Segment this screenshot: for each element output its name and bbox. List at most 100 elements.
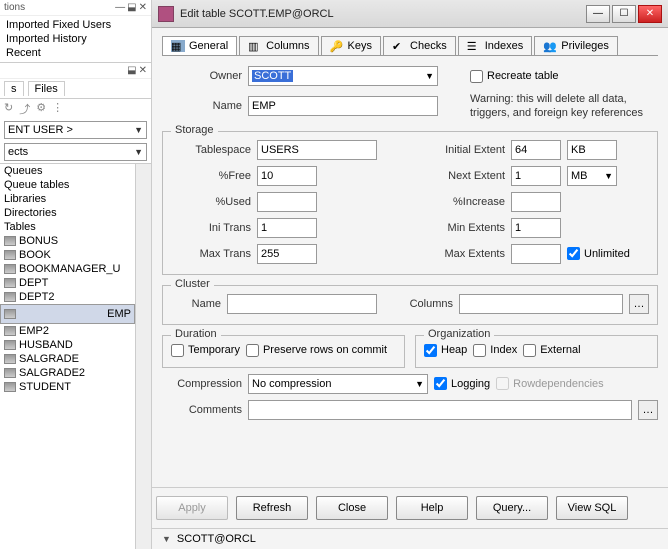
min-extents-label: Min Extents	[415, 222, 505, 234]
pin-icon[interactable]: ⬓	[127, 2, 136, 13]
tool-icon[interactable]: ⚙	[36, 101, 46, 117]
tree-table-item[interactable]: BONUS	[0, 234, 135, 248]
objects-combo-text: ects	[8, 146, 28, 158]
owner-select[interactable]: SCOTT▼	[248, 66, 438, 86]
storage-legend: Storage	[171, 124, 218, 136]
name-input[interactable]	[248, 96, 438, 116]
recreate-checkbox[interactable]: Recreate table	[470, 70, 559, 83]
tree-table-item[interactable]: SALGRADE	[0, 352, 135, 366]
max-extents-input[interactable]	[511, 244, 561, 264]
tree-category[interactable]: Directories	[0, 206, 135, 220]
external-checkbox[interactable]: External	[523, 344, 580, 357]
title-bar: Edit table SCOTT.EMP@ORCL — ☐ ✕	[152, 0, 668, 28]
close-panel-icon[interactable]: ✕	[139, 65, 147, 76]
tree-table-item[interactable]: DEPT2	[0, 290, 135, 304]
next-extent-field	[511, 166, 561, 186]
tree-table-item[interactable]: BOOK	[0, 248, 135, 262]
heap-checkbox[interactable]: Heap	[424, 344, 467, 357]
tab-indexes[interactable]: ☰Indexes	[458, 36, 533, 55]
table-icon	[4, 382, 16, 392]
close-button[interactable]: ✕	[638, 5, 662, 23]
tab-first[interactable]: s	[4, 81, 24, 96]
panel-title: tions	[4, 2, 25, 13]
small-toolbar: ↻ ⤴ ⚙ ⋮	[0, 99, 151, 119]
tree-table-label: BOOKMANAGER_U	[19, 263, 120, 275]
query-button[interactable]: Query...	[476, 496, 548, 520]
import-item[interactable]: Imported Fixed Users	[4, 18, 147, 32]
tool-icon[interactable]: ⤴	[19, 101, 30, 117]
tab-privileges[interactable]: 👥Privileges	[534, 36, 618, 55]
pctincrease-label: %Increase	[415, 196, 505, 208]
compression-select[interactable]: No compression▼	[248, 374, 428, 394]
tree-table-item[interactable]: EMP	[0, 304, 135, 324]
tree-category[interactable]: Libraries	[0, 192, 135, 206]
scrollbar[interactable]	[135, 164, 151, 549]
pin-icon[interactable]: ⬓	[127, 65, 136, 76]
tree-category[interactable]: Queue tables	[0, 178, 135, 192]
maxtrans-input[interactable]	[257, 244, 317, 264]
tab-columns[interactable]: ▥Columns	[239, 36, 318, 55]
columns-icon: ▥	[248, 40, 262, 52]
cluster-columns-browse[interactable]: …	[629, 294, 649, 314]
temporary-checkbox[interactable]: Temporary	[171, 344, 240, 357]
tree-category[interactable]: Tables	[0, 220, 135, 234]
pctincrease-input[interactable]	[511, 192, 561, 212]
tab-files[interactable]: Files	[28, 81, 65, 96]
tree-table-item[interactable]: HUSBAND	[0, 338, 135, 352]
close-dialog-button[interactable]: Close	[316, 496, 388, 520]
viewsql-button[interactable]: View SQL	[556, 496, 628, 520]
tab-general[interactable]: ▦General	[162, 36, 237, 55]
unlimited-checkbox[interactable]: Unlimited	[567, 247, 630, 260]
refresh-button[interactable]: Refresh	[236, 496, 308, 520]
window-title: Edit table SCOTT.EMP@ORCL	[180, 8, 580, 20]
organization-legend: Organization	[424, 328, 494, 340]
index-checkbox[interactable]: Index	[473, 344, 517, 357]
status-bar: ▼ SCOTT@ORCL	[152, 528, 668, 549]
chevron-down-icon: ▼	[134, 125, 143, 135]
table-icon	[4, 292, 16, 302]
initial-extent-unit	[567, 140, 617, 160]
tree-table-item[interactable]: STUDENT	[0, 380, 135, 394]
tree-category[interactable]: Queues	[0, 164, 135, 178]
tree-table-item[interactable]: BOOKMANAGER_U	[0, 262, 135, 276]
initrans-input[interactable]	[257, 218, 317, 238]
status-text: SCOTT@ORCL	[177, 533, 256, 545]
cluster-columns-field	[459, 294, 623, 314]
tab-checks[interactable]: ✔Checks	[383, 36, 456, 55]
maximize-button[interactable]: ☐	[612, 5, 636, 23]
tree-table-item[interactable]: EMP2	[0, 324, 135, 338]
next-extent-unit-select[interactable]: MB▼	[567, 166, 617, 186]
user-combo[interactable]: ENT USER > ▼	[4, 121, 147, 139]
cluster-name-field	[227, 294, 377, 314]
checks-icon: ✔	[392, 40, 406, 52]
table-icon	[4, 250, 16, 260]
next-extent-label: Next Extent	[415, 170, 505, 182]
preserve-checkbox[interactable]: Preserve rows on commit	[246, 344, 387, 357]
tab-keys[interactable]: 🔑Keys	[321, 36, 381, 55]
comments-input[interactable]	[248, 400, 632, 420]
tree-table-label: BONUS	[19, 235, 58, 247]
tree-table-label: SALGRADE	[19, 353, 79, 365]
help-button[interactable]: Help	[396, 496, 468, 520]
storage-fieldset: Storage Tablespace %Free %Used Ini Trans…	[162, 131, 658, 275]
tree-table-item[interactable]: DEPT	[0, 276, 135, 290]
import-item[interactable]: Recent	[4, 46, 147, 60]
collapse-icon[interactable]: —	[115, 2, 125, 13]
tool-icon[interactable]: ↻	[4, 101, 13, 117]
object-tree[interactable]: QueuesQueue tablesLibrariesDirectoriesTa…	[0, 164, 135, 549]
tree-table-label: DEPT	[19, 277, 48, 289]
pctfree-input[interactable]	[257, 166, 317, 186]
close-panel-icon[interactable]: ✕	[139, 2, 147, 13]
table-icon	[4, 236, 16, 246]
objects-combo[interactable]: ects ▼	[4, 143, 147, 161]
pctused-input[interactable]	[257, 192, 317, 212]
panel-header-2: ⬓ ✕	[0, 63, 151, 79]
tree-table-item[interactable]: SALGRADE2	[0, 366, 135, 380]
logging-checkbox[interactable]: Logging	[434, 377, 490, 390]
status-expand-icon[interactable]: ▼	[162, 534, 171, 544]
import-item[interactable]: Imported History	[4, 32, 147, 46]
comments-browse[interactable]: …	[638, 400, 658, 420]
left-panel: tions — ⬓ ✕ Imported Fixed Users Importe…	[0, 0, 152, 549]
minimize-button[interactable]: —	[586, 5, 610, 23]
tool-icon[interactable]: ⋮	[52, 101, 63, 117]
